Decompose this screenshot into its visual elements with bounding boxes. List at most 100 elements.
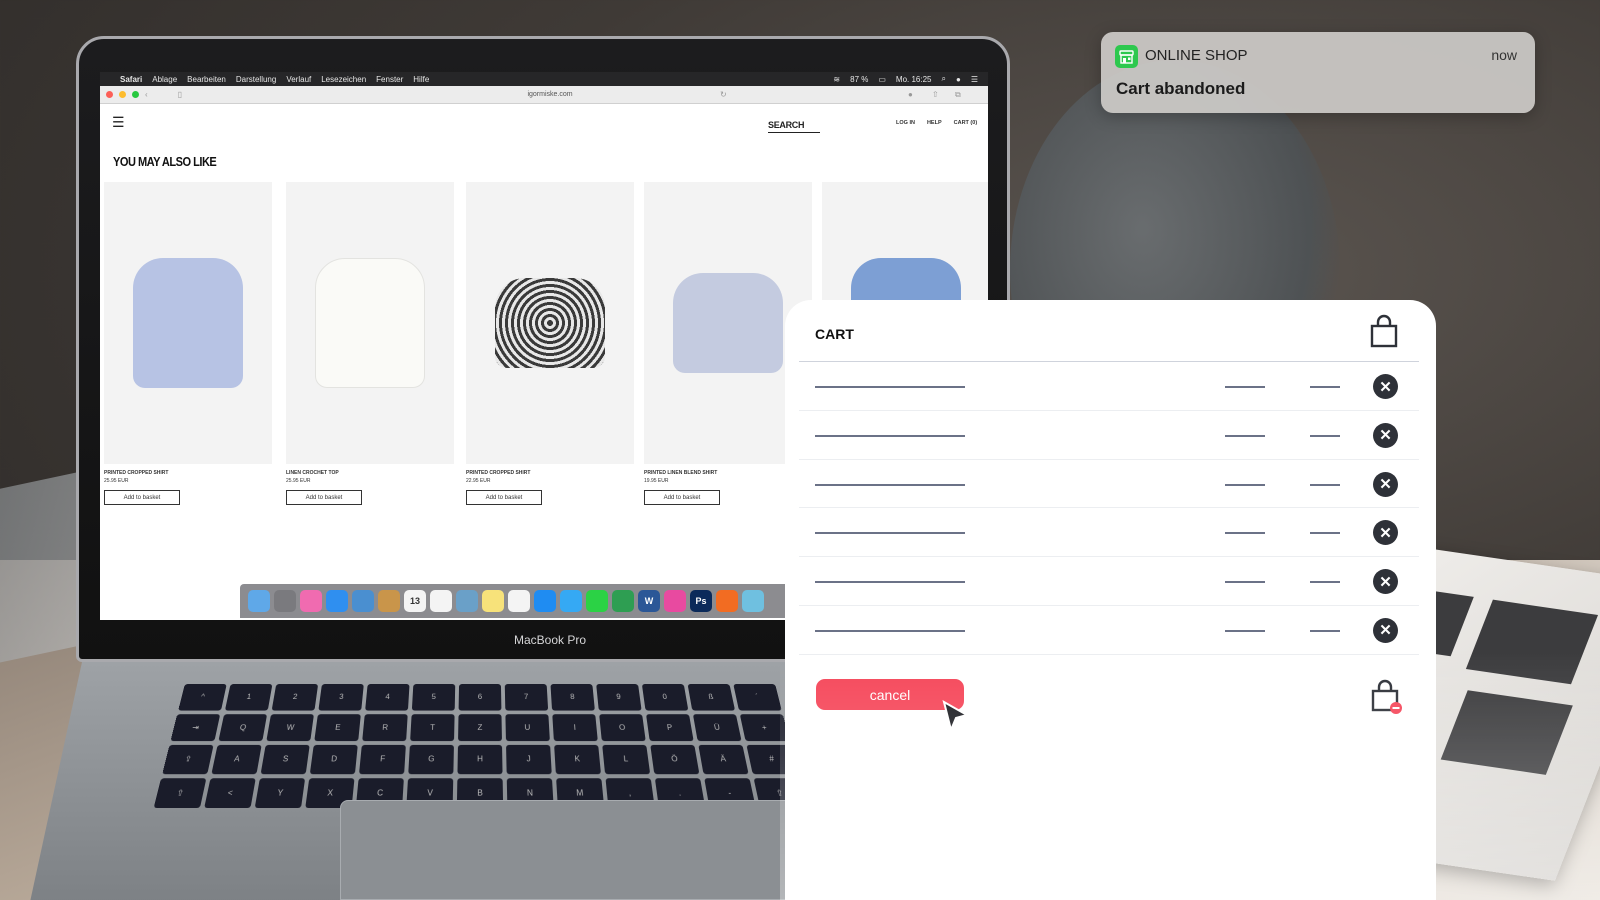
menu-item[interactable]: Bearbeiten: [187, 75, 226, 84]
dock-app-word[interactable]: W: [638, 590, 660, 612]
product-name[interactable]: LINEN CROCHET TOP: [286, 470, 454, 476]
minimize-window-button[interactable]: [119, 91, 126, 98]
add-to-basket-button[interactable]: Add to basket: [286, 490, 362, 505]
keyboard-key: 8: [550, 684, 595, 711]
tabs-icon[interactable]: ⧉: [955, 90, 961, 100]
remove-item-button[interactable]: ✕: [1373, 374, 1398, 399]
keyboard-key: A: [211, 744, 262, 774]
spotlight-search-icon[interactable]: ⌕: [942, 74, 946, 84]
notification-center-icon[interactable]: ☰: [971, 75, 978, 84]
remove-item-button[interactable]: ✕: [1373, 520, 1398, 546]
remove-item-button[interactable]: ✕: [1373, 617, 1398, 643]
dock-app-display[interactable]: [664, 590, 686, 612]
item-name-placeholder: [815, 386, 965, 388]
product-name[interactable]: PRINTED CROPPED SHIRT: [466, 470, 634, 476]
mac-menubar: Safari Ablage Bearbeiten Darstellung Ver…: [100, 72, 988, 86]
product-card[interactable]: PRINTED CROPPED SHIRT 22.95 EUR Add to b…: [466, 182, 634, 505]
item-price-placeholder: [1310, 386, 1340, 388]
sidebar-icon[interactable]: ▯: [178, 90, 182, 99]
login-link[interactable]: LOG IN: [896, 120, 915, 126]
notification-banner[interactable]: ONLINE SHOP now Cart abandoned: [1101, 32, 1535, 113]
back-icon[interactable]: ‹: [145, 90, 148, 99]
menu-item[interactable]: Verlauf: [286, 75, 311, 84]
zoom-window-button[interactable]: [132, 91, 139, 98]
shirt-image: [673, 273, 783, 373]
help-link[interactable]: HELP: [927, 120, 942, 126]
dock-app-photos[interactable]: [508, 590, 530, 612]
item-price-placeholder: [1310, 532, 1340, 535]
dock-app-notes[interactable]: [378, 590, 400, 612]
dock-app-reminders[interactable]: [430, 590, 452, 612]
download-icon[interactable]: ●: [908, 90, 913, 99]
remove-item-button[interactable]: ✕: [1373, 569, 1398, 595]
cart-link[interactable]: CART (0): [954, 120, 978, 126]
menu-item[interactable]: Hilfe: [413, 75, 429, 84]
hamburger-menu-icon[interactable]: ☰: [112, 114, 125, 131]
keyboard-key: 7: [504, 684, 549, 711]
keyboard-key: D: [309, 744, 358, 774]
item-name-placeholder: [815, 629, 965, 632]
keyboard-key: ⇥: [170, 713, 221, 742]
address-bar[interactable]: igormiske.com: [430, 91, 670, 98]
cart-item-row: ✕: [799, 362, 1419, 411]
battery-percentage[interactable]: 87 %: [850, 75, 868, 84]
reload-icon[interactable]: ↻: [720, 90, 727, 99]
dock-app-messages[interactable]: [586, 590, 608, 612]
menu-item[interactable]: Darstellung: [236, 75, 276, 84]
add-to-basket-button[interactable]: Add to basket: [104, 490, 180, 505]
menu-item[interactable]: Lesezeichen: [321, 75, 366, 84]
dock-app-itunes[interactable]: [300, 590, 322, 612]
remove-item-button[interactable]: ✕: [1373, 471, 1398, 497]
battery-icon[interactable]: ▭: [878, 75, 886, 84]
dock-app-messages[interactable]: [560, 590, 582, 612]
product-image[interactable]: [104, 182, 272, 464]
dock-app-folder[interactable]: [742, 590, 764, 612]
dock-app-stickies[interactable]: [482, 590, 504, 612]
shopping-bag-icon[interactable]: [1369, 314, 1399, 348]
close-icon: ✕: [1379, 476, 1392, 494]
trackpad: [340, 800, 800, 900]
menubar-clock[interactable]: Mo. 16:25: [896, 75, 932, 84]
site-nav: LOG IN HELP CART (0): [896, 120, 977, 126]
dock-app-safari[interactable]: [326, 590, 348, 612]
keyboard-key: ⇧: [153, 777, 207, 809]
laptop-model-label: MacBook Pro: [513, 633, 587, 647]
dock-app-app-store[interactable]: [534, 590, 556, 612]
menu-item[interactable]: Ablage: [152, 75, 177, 84]
dock-app-system-preferences[interactable]: [274, 590, 296, 612]
keyboard-key: 4: [365, 684, 410, 711]
dock-app-finder[interactable]: [248, 590, 270, 612]
product-price: 25.95 EUR: [286, 478, 311, 484]
dock-app-preview[interactable]: [352, 590, 374, 612]
close-icon: ✕: [1379, 427, 1392, 445]
product-card[interactable]: LINEN CROCHET TOP 25.95 EUR Add to baske…: [286, 182, 454, 505]
product-name[interactable]: PRINTED CROPPED SHIRT: [104, 470, 272, 476]
dock-app-ps[interactable]: Ps: [690, 590, 712, 612]
menu-item[interactable]: Fenster: [376, 75, 403, 84]
product-image[interactable]: [466, 182, 634, 464]
dock-app-photos-viewer[interactable]: [456, 590, 478, 612]
keyboard-key: Ä: [698, 744, 749, 774]
add-to-basket-button[interactable]: Add to basket: [466, 490, 542, 505]
remove-from-bag-icon[interactable]: [1370, 678, 1402, 714]
menu-app-name[interactable]: Safari: [120, 75, 142, 84]
product-card[interactable]: PRINTED CROPPED SHIRT 25.95 EUR Add to b…: [104, 182, 272, 505]
remove-item-button[interactable]: ✕: [1373, 422, 1398, 448]
wifi-icon[interactable]: ≋: [833, 75, 840, 84]
keyboard-key: 6: [458, 684, 502, 711]
keyboard-key: ^: [178, 684, 227, 711]
keyboard-key: Ö: [650, 744, 700, 774]
dock-app-google-drive[interactable]: [612, 590, 634, 612]
dock-app-firefox[interactable]: [716, 590, 738, 612]
product-image[interactable]: [286, 182, 454, 464]
share-icon[interactable]: ⇧: [932, 90, 939, 99]
dock-app-calendar[interactable]: 13: [404, 590, 426, 612]
add-to-basket-button[interactable]: Add to basket: [644, 490, 720, 505]
site-search[interactable]: SEARCH: [768, 120, 820, 133]
siri-icon[interactable]: ●: [956, 75, 961, 84]
item-name-placeholder: [815, 581, 965, 584]
keyboard-key: W: [266, 713, 315, 742]
keyboard-key: ß: [687, 684, 736, 711]
close-window-button[interactable]: [106, 91, 113, 98]
keyboard-key: S: [260, 744, 310, 774]
